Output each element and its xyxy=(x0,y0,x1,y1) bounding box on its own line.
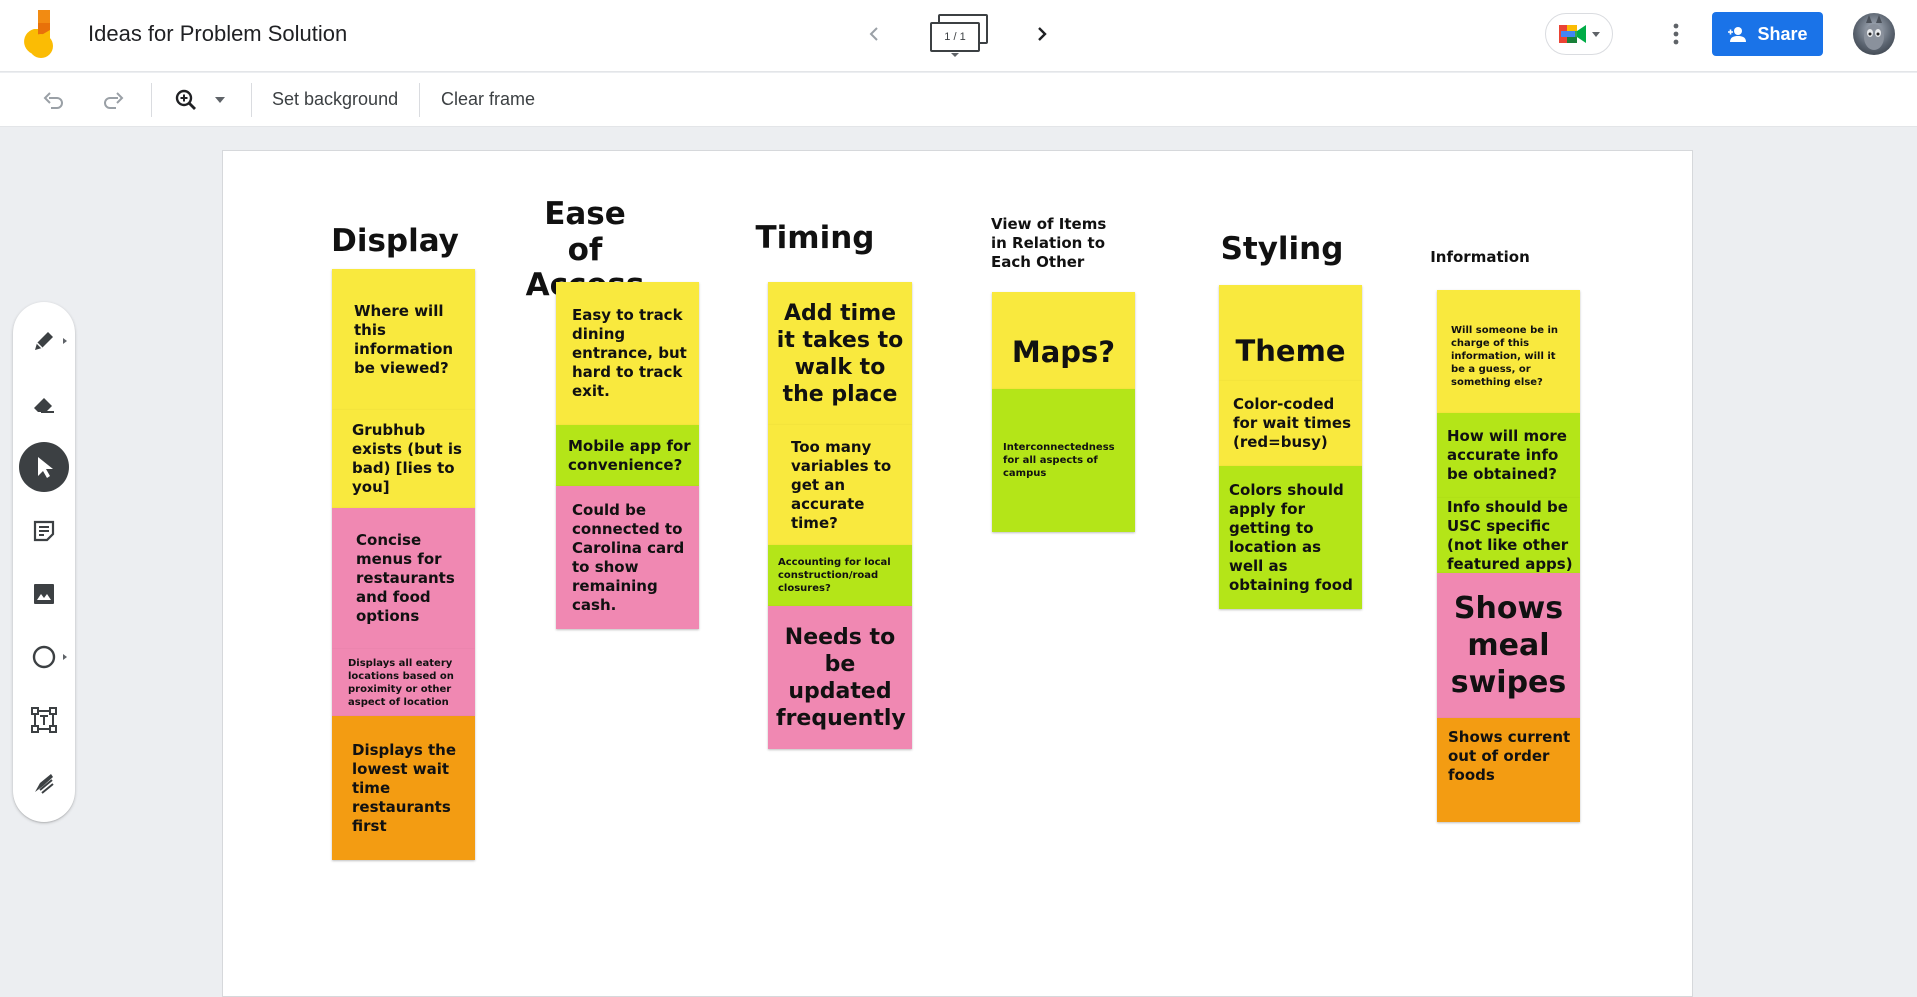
sticky-note[interactable]: Theme xyxy=(1219,285,1362,381)
redo-icon xyxy=(104,92,124,109)
chevron-right-icon xyxy=(1038,27,1047,41)
heading-information[interactable]: Information xyxy=(1425,248,1535,267)
clear-frame-button[interactable]: Clear frame xyxy=(441,89,535,110)
image-icon xyxy=(34,584,54,604)
text-box-icon xyxy=(31,707,57,733)
frame-bar-toggle[interactable]: 1 / 1 xyxy=(928,12,990,58)
eraser-icon xyxy=(34,398,54,413)
sticky-note[interactable]: Where will this information be viewed? xyxy=(332,269,475,410)
sticky-note[interactable]: Mobile app for convenience? xyxy=(556,425,699,486)
sticky-note[interactable]: Too many variables to get an accurate ti… xyxy=(768,425,912,545)
next-frame-button[interactable] xyxy=(1024,16,1060,52)
share-label: Share xyxy=(1757,23,1808,44)
toolbar-divider xyxy=(251,83,252,117)
more-options-button[interactable] xyxy=(1660,16,1692,52)
redo-button[interactable] xyxy=(97,85,129,115)
meet-camera-icon xyxy=(1559,25,1586,43)
eraser-tool[interactable] xyxy=(19,379,69,429)
sticky-note[interactable]: Shows meal swipes xyxy=(1437,573,1580,718)
sticky-note[interactable]: Concise menus for restaurants and food o… xyxy=(332,508,475,649)
previous-frame-button[interactable] xyxy=(856,16,892,52)
sticky-note[interactable]: Info should be USC specific (not like ot… xyxy=(1437,498,1580,573)
sticky-note[interactable]: Colors should apply for getting to locat… xyxy=(1219,466,1362,609)
circle-icon xyxy=(32,645,56,669)
laser-tool[interactable] xyxy=(19,758,69,808)
sticky-note[interactable]: Displays the lowest wait time restaurant… xyxy=(332,716,475,860)
app-bar: Ideas for Problem Solution 1 / 1 Share xyxy=(0,0,1917,72)
add-person-icon xyxy=(1728,27,1747,42)
heading-timing[interactable]: Timing xyxy=(735,220,895,257)
undo-button[interactable] xyxy=(38,85,70,115)
sticky-note[interactable]: Displays all eatery locations based on p… xyxy=(332,649,475,716)
sticky-note[interactable]: Grubhub exists (but is bad) [lies to you… xyxy=(332,410,475,508)
sticky-note[interactable]: Color-coded for wait times (red=busy) xyxy=(1219,381,1362,466)
sticky-note[interactable]: How will more accurate info be obtained? xyxy=(1437,413,1580,498)
zoom-in-icon xyxy=(175,89,196,110)
sticky-note[interactable]: Will someone be in charge of this inform… xyxy=(1437,290,1580,413)
sticky-note-icon xyxy=(33,520,55,542)
shape-tool[interactable] xyxy=(19,632,69,682)
heading-view-of-items[interactable]: View of Items in Relation to Each Other xyxy=(991,215,1121,272)
account-avatar[interactable] xyxy=(1853,13,1895,55)
heading-styling[interactable]: Styling xyxy=(1207,231,1357,268)
jamboard-logo-icon xyxy=(24,10,64,58)
sticky-note[interactable]: Could be connected to Carolina card to s… xyxy=(556,486,699,629)
sticky-note[interactable]: Easy to track dining entrance, but hard … xyxy=(556,282,699,425)
caret-down-icon xyxy=(1592,31,1600,37)
sticky-note[interactable]: Accounting for local construction/road c… xyxy=(768,545,912,606)
zoom-menu-button[interactable] xyxy=(210,85,230,115)
image-tool[interactable] xyxy=(19,569,69,619)
more-vert-icon xyxy=(1673,23,1679,45)
text-box-tool[interactable] xyxy=(19,695,69,745)
toolbar-divider xyxy=(151,83,152,117)
frame-counter: 1 / 1 xyxy=(930,22,980,52)
select-arrow-icon xyxy=(38,457,53,478)
sticky-note[interactable]: Add time it takes to walk to the place xyxy=(768,282,912,425)
document-title[interactable]: Ideas for Problem Solution xyxy=(88,21,347,47)
share-button[interactable]: Share xyxy=(1712,12,1823,56)
caret-down-icon xyxy=(215,97,225,103)
laser-pointer-icon xyxy=(35,774,54,794)
select-tool[interactable] xyxy=(19,442,69,492)
toolbar-divider xyxy=(419,83,420,117)
sticky-note[interactable]: Needs to be updated frequently xyxy=(768,606,912,749)
avatar-image-icon xyxy=(1864,15,1884,50)
sticky-note-tool[interactable] xyxy=(19,506,69,556)
chevron-left-icon xyxy=(869,27,878,41)
caret-right-icon xyxy=(63,654,67,660)
caret-right-icon xyxy=(63,338,67,344)
toolbar: Set background Clear frame xyxy=(0,73,1917,127)
pen-icon xyxy=(35,332,53,350)
sticky-note[interactable]: Shows current out of order foods xyxy=(1437,718,1580,822)
heading-display[interactable]: Display xyxy=(325,223,465,260)
undo-icon xyxy=(43,92,63,109)
sticky-note[interactable]: Interconnectedness for all aspects of ca… xyxy=(992,389,1135,532)
meet-button[interactable] xyxy=(1545,13,1613,55)
sticky-note[interactable]: Maps? xyxy=(992,292,1135,389)
tool-palette xyxy=(13,302,75,822)
set-background-button[interactable]: Set background xyxy=(272,89,398,110)
whiteboard-canvas[interactable]: Display Where will this information be v… xyxy=(222,150,1693,997)
caret-down-icon xyxy=(951,53,959,57)
pen-tool[interactable] xyxy=(19,316,69,366)
zoom-button[interactable] xyxy=(170,85,202,115)
